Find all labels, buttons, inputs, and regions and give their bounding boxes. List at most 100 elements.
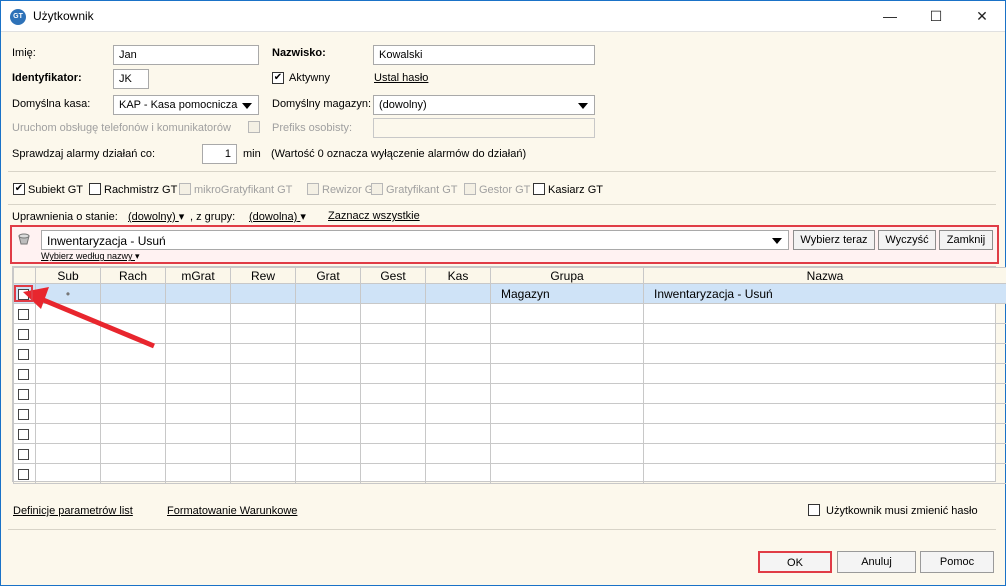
table-cell	[643, 343, 1006, 364]
divider	[8, 529, 996, 530]
table-cell	[295, 323, 361, 344]
close-button[interactable]: ✕	[959, 1, 1005, 32]
table-row[interactable]	[13, 363, 1006, 384]
table-cell	[490, 303, 644, 324]
table-row[interactable]: • Magazyn Inwentaryzacja - Usuń	[13, 283, 1006, 304]
filter-bar: Inwentaryzacja - Usuń Wybierz teraz Wycz…	[10, 225, 999, 264]
table-cell	[100, 463, 166, 484]
table-cell	[643, 363, 1006, 384]
row-checkbox[interactable]	[18, 448, 29, 460]
nazwisko-label: Nazwisko:	[272, 47, 326, 59]
table-cell	[490, 343, 644, 364]
anuluj-button[interactable]: Anuluj	[837, 551, 916, 573]
table-row[interactable]	[13, 403, 1006, 424]
column-header[interactable]: Grat	[295, 267, 361, 284]
table-cell	[230, 443, 296, 464]
chevron-down-icon: ▾	[178, 211, 185, 223]
table-row[interactable]	[13, 383, 1006, 404]
table-cell	[490, 423, 644, 444]
column-header[interactable]: Rew	[230, 267, 296, 284]
column-header[interactable]: mGrat	[165, 267, 231, 284]
column-header[interactable]: Grupa	[490, 267, 644, 284]
table-row[interactable]	[13, 343, 1006, 364]
maximize-button[interactable]: ☐	[913, 1, 959, 32]
table-cell	[360, 323, 426, 344]
table-cell	[230, 303, 296, 324]
stan-dropdown[interactable]: (dowolny) ▾	[128, 210, 184, 223]
module-label: Gestor GT	[479, 184, 531, 196]
telefony-checkbox[interactable]	[248, 121, 260, 133]
column-header[interactable]: Sub	[35, 267, 101, 284]
table-cell	[643, 423, 1006, 444]
module-checkbox-2[interactable]	[179, 183, 191, 195]
chevron-down-icon	[578, 103, 588, 109]
table-row[interactable]	[13, 303, 1006, 324]
table-cell	[425, 283, 491, 304]
table-row[interactable]	[13, 443, 1006, 464]
pomoc-button[interactable]: Pomoc	[920, 551, 994, 573]
formatowanie-link[interactable]: Formatowanie Warunkowe	[167, 505, 297, 517]
table-cell	[295, 363, 361, 384]
nazwisko-input[interactable]: Kowalski	[373, 45, 595, 65]
column-header[interactable]: Nazwa	[643, 267, 1006, 284]
table-cell	[100, 363, 166, 384]
module-checkbox-0[interactable]: ✔	[13, 183, 25, 195]
grupy-dropdown[interactable]: (dowolna) ▾	[249, 210, 306, 223]
table-row[interactable]	[13, 323, 1006, 344]
zaznacz-wszystkie-link[interactable]: Zaznacz wszystkie	[328, 210, 420, 222]
alarmy-input[interactable]: 1	[202, 144, 237, 164]
module-label: Gratyfikant GT	[386, 184, 458, 196]
filter-select[interactable]: Inwentaryzacja - Usuń	[41, 230, 789, 250]
table-cell	[13, 363, 36, 384]
row-checkbox[interactable]	[18, 408, 29, 420]
module-checkbox-4[interactable]	[371, 183, 383, 195]
table-cell	[360, 423, 426, 444]
module-checkbox-3[interactable]	[307, 183, 319, 195]
table-cell	[295, 303, 361, 324]
definicje-link[interactable]: Definicje parametrów list	[13, 505, 133, 517]
table-row[interactable]	[13, 463, 1006, 484]
column-header[interactable]: Rach	[100, 267, 166, 284]
table-cell	[295, 383, 361, 404]
wybierz-teraz-button[interactable]: Wybierz teraz	[793, 230, 875, 250]
alarmy-unit: min	[243, 148, 261, 160]
minimize-button[interactable]: —	[867, 1, 913, 32]
aktywny-checkbox[interactable]: ✔	[272, 72, 284, 84]
zamknij-button[interactable]: Zamknij	[939, 230, 993, 250]
title-bar: GT Użytkownik — ☐ ✕	[1, 1, 1005, 32]
row-checkbox[interactable]	[18, 388, 29, 400]
table-cell	[165, 303, 231, 324]
row-checkbox[interactable]	[18, 368, 29, 380]
column-header[interactable]: Gest	[360, 267, 426, 284]
table-row[interactable]	[13, 423, 1006, 444]
zmienic-haslo-checkbox[interactable]	[808, 504, 820, 516]
ustal-haslo-link[interactable]: Ustal hasło	[374, 72, 428, 84]
table-cell	[490, 403, 644, 424]
ok-button[interactable]: OK	[758, 551, 832, 573]
column-header[interactable]: Kas	[425, 267, 491, 284]
table-cell	[360, 383, 426, 404]
prefiks-input[interactable]	[373, 118, 595, 138]
filter-mode-dropdown[interactable]: Wybierz według nazwy ▾	[41, 251, 140, 262]
module-checkbox-1[interactable]	[89, 183, 101, 195]
table-cell	[230, 363, 296, 384]
table-cell	[425, 443, 491, 464]
wyczysc-button[interactable]: Wyczyść	[878, 230, 936, 250]
kasa-select[interactable]: KAP - Kasa pomocnicza	[113, 95, 259, 115]
table-cell	[230, 423, 296, 444]
table-cell	[295, 403, 361, 424]
module-checkbox-5[interactable]	[464, 183, 476, 195]
row-checkbox[interactable]	[18, 468, 29, 480]
identyfikator-input[interactable]: JK	[113, 69, 149, 89]
eraser-icon[interactable]	[17, 231, 31, 245]
module-checkbox-6[interactable]	[533, 183, 545, 195]
kasa-label: Domyślna kasa:	[12, 98, 91, 110]
table-cell	[490, 383, 644, 404]
table-cell	[165, 423, 231, 444]
module-label: Subiekt GT	[28, 184, 84, 196]
column-header[interactable]	[13, 267, 36, 284]
imie-input[interactable]: Jan	[113, 45, 259, 65]
table-cell	[35, 363, 101, 384]
magazyn-select[interactable]: (dowolny)	[373, 95, 595, 115]
row-checkbox[interactable]	[18, 428, 29, 440]
